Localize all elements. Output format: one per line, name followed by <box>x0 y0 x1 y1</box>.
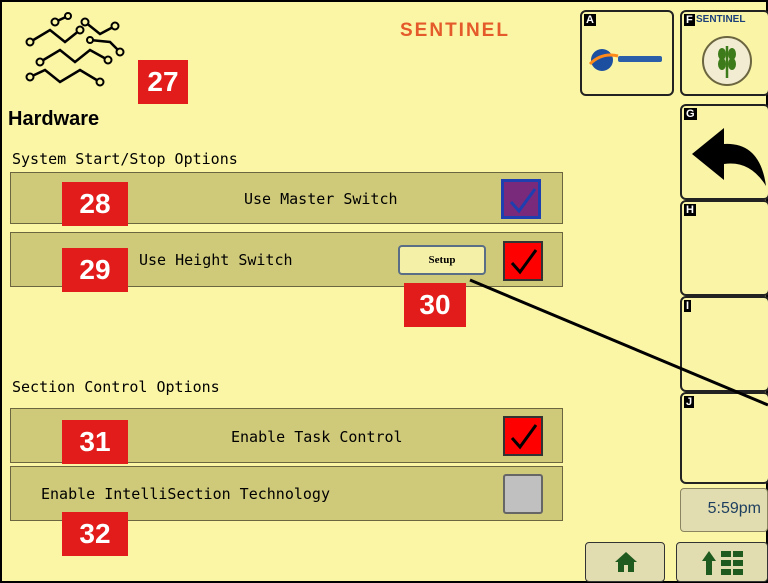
system-options-title: System Start/Stop Options <box>12 150 238 168</box>
back-arrow-icon <box>692 128 766 186</box>
softkey-j[interactable]: J <box>680 392 768 484</box>
softkey-g[interactable]: G <box>680 104 768 200</box>
software-logo-icon <box>588 49 662 71</box>
wheat-icon <box>702 36 752 86</box>
softkey-j-letter: J <box>684 396 695 408</box>
softkey-f-text: SENTINEL <box>696 14 746 25</box>
brand-logo: SENTINEL <box>400 20 510 41</box>
intellisection-label: Enable IntelliSection Technology <box>41 485 330 503</box>
softkey-h[interactable]: H <box>680 200 768 296</box>
intellisection-checkbox[interactable] <box>503 474 543 514</box>
callout-30: 30 <box>404 283 466 327</box>
menu-button[interactable] <box>676 542 768 582</box>
check-icon <box>509 188 537 214</box>
softkey-f[interactable]: F SENTINEL <box>680 10 768 96</box>
softkey-a-letter: A <box>584 14 596 26</box>
height-switch-label: Use Height Switch <box>139 251 293 269</box>
page-title: Hardware <box>8 108 100 130</box>
master-switch-label: Use Master Switch <box>244 190 398 208</box>
softkey-a[interactable]: A <box>580 10 674 96</box>
setup-button[interactable]: Setup <box>398 245 486 275</box>
callout-28: 28 <box>62 182 128 226</box>
softkey-f-letter: F <box>684 14 695 26</box>
softkey-i-letter: I <box>684 300 692 312</box>
softkey-i[interactable]: I <box>680 296 768 392</box>
up-arrow-grid-icon <box>702 551 743 575</box>
callout-32: 32 <box>62 512 128 556</box>
master-switch-checkbox[interactable] <box>501 179 541 219</box>
check-icon <box>510 424 538 450</box>
task-control-checkbox[interactable] <box>503 416 543 456</box>
home-icon <box>615 552 637 572</box>
task-control-label: Enable Task Control <box>231 428 403 446</box>
callout-31: 31 <box>62 420 128 464</box>
section-control-title: Section Control Options <box>12 378 220 396</box>
softkey-h-letter: H <box>684 204 696 216</box>
home-button[interactable] <box>585 542 665 582</box>
callout-27: 27 <box>138 60 188 104</box>
check-icon <box>510 249 538 275</box>
callout-29: 29 <box>62 248 128 292</box>
softkey-g-letter: G <box>684 108 697 120</box>
clock-display: 5:59pm <box>680 488 768 532</box>
circuit-logo <box>25 12 125 87</box>
height-switch-checkbox[interactable] <box>503 241 543 281</box>
